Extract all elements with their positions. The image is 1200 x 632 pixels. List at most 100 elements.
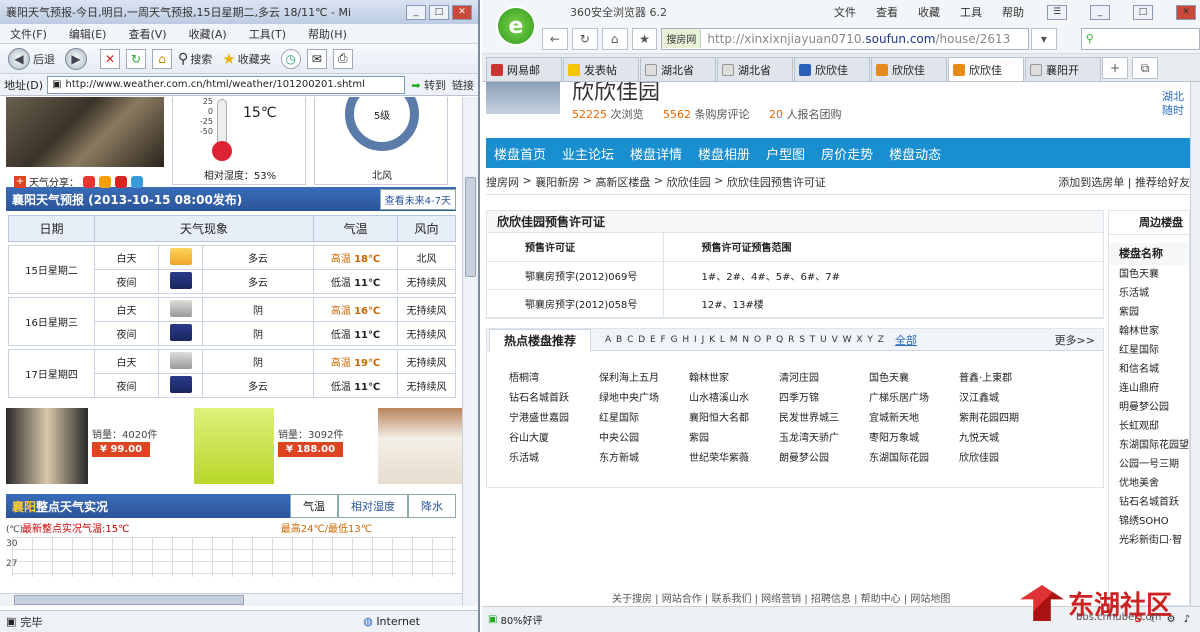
address-input[interactable]: ▣ http://www.weather.com.cn/html/weather/…: [47, 75, 406, 94]
tab-temperature[interactable]: 气温: [290, 494, 338, 518]
nav-news[interactable]: 楼盘动态: [881, 144, 949, 163]
hot-property-link[interactable]: 世纪荣华紫薇: [689, 449, 779, 464]
nearby-property-link[interactable]: 优地美舍: [1109, 474, 1189, 493]
menu-favorites[interactable]: 收藏: [918, 4, 940, 20]
hot-property-link[interactable]: 东湖国际花园: [869, 449, 959, 464]
print-icon[interactable]: ⎙: [332, 48, 353, 69]
nearby-property-link[interactable]: 明曼梦公园: [1109, 398, 1189, 417]
scroll-thumb[interactable]: [14, 595, 244, 605]
tab[interactable]: 网易邮: [486, 57, 562, 81]
nearby-property-link[interactable]: 紫园: [1109, 303, 1189, 322]
links-button[interactable]: 链接: [452, 77, 474, 93]
hot-property-link[interactable]: 四季万锦: [779, 389, 869, 404]
minimize-button[interactable]: _: [1090, 4, 1110, 20]
hot-property-link[interactable]: 山水禧溪山水: [689, 389, 779, 404]
product-price[interactable]: ¥ 99.00: [92, 442, 151, 457]
hot-property-link[interactable]: 朗曼梦公园: [779, 449, 869, 464]
hot-property-link[interactable]: 清河庄园: [779, 369, 869, 384]
nav-price-trend[interactable]: 房价走势: [813, 144, 881, 163]
hot-property-link[interactable]: 汉江鑫城: [959, 389, 1049, 404]
product-image[interactable]: [6, 408, 88, 484]
hot-property-link[interactable]: 欣欣佳园: [959, 449, 1049, 464]
tab[interactable]: 襄阳开: [1025, 57, 1101, 81]
product-image[interactable]: [378, 408, 462, 484]
tab[interactable]: 欣欣佳: [794, 57, 870, 81]
restore-tab-icon[interactable]: ⧉: [1132, 57, 1158, 79]
minimize-button[interactable]: _: [406, 4, 426, 20]
tab-active[interactable]: 欣欣佳: [948, 57, 1024, 81]
breadcrumb-actions[interactable]: 添加到选房单 | 推荐给好友: [1058, 174, 1190, 190]
tab[interactable]: 欣欣佳: [871, 57, 947, 81]
engine-badge[interactable]: 搜房网: [662, 29, 702, 48]
nearby-property-link[interactable]: 锦绣SOHO: [1109, 512, 1189, 531]
hot-property-link[interactable]: 紫园: [689, 429, 779, 444]
ie-horizontal-scrollbar[interactable]: [0, 593, 462, 606]
hot-property-link[interactable]: 乐活城: [509, 449, 599, 464]
star-icon[interactable]: ★: [631, 27, 658, 50]
nearby-property-link[interactable]: 连山鼎府: [1109, 379, 1189, 398]
refresh-icon[interactable]: ↻: [126, 48, 146, 69]
nearby-property-link[interactable]: 和信名城: [1109, 360, 1189, 379]
go-button[interactable]: ➡ 转到: [411, 77, 446, 93]
letter-filter[interactable]: A B C D E F G H I J K L M N O P Q R S T …: [605, 335, 885, 345]
back-button[interactable]: ◀ 后退: [8, 47, 55, 70]
tab-humidity[interactable]: 相对湿度: [338, 494, 408, 518]
hot-property-link[interactable]: 保利海上五月: [599, 369, 689, 384]
url-input[interactable]: 搜房网 http://xinxixnjiayuan0710. soufun.com…: [661, 27, 1029, 50]
hot-property-link[interactable]: 宜城新天地: [869, 409, 959, 424]
forecast-more-link[interactable]: 查看未来4-7天: [379, 188, 456, 210]
more-link[interactable]: 更多>>: [1055, 332, 1095, 348]
hot-property-link[interactable]: 紫荆花园四期: [959, 409, 1049, 424]
scroll-thumb[interactable]: [465, 177, 476, 277]
hot-property-link[interactable]: 谷山大厦: [509, 429, 599, 444]
hot-property-link[interactable]: 广梯乐居广场: [869, 389, 959, 404]
hot-property-link[interactable]: 翰林世家: [689, 369, 779, 384]
nav-floorplan[interactable]: 户型图: [758, 144, 813, 163]
hot-property-link[interactable]: 九悦天城: [959, 429, 1049, 444]
nav-forum[interactable]: 业主论坛: [554, 144, 622, 163]
tab-precipitation[interactable]: 降水: [408, 494, 456, 518]
tab[interactable]: 发表帖: [563, 57, 639, 81]
menu-edit[interactable]: 编辑(E): [69, 26, 107, 42]
menu-help[interactable]: 帮助(H): [308, 26, 347, 42]
menu-help[interactable]: 帮助: [1002, 4, 1024, 20]
hot-property-link[interactable]: 普鑫·上東郡: [959, 369, 1049, 384]
menu-file[interactable]: 文件: [834, 4, 856, 20]
nearby-property-link[interactable]: 红星国际: [1109, 341, 1189, 360]
mail-icon[interactable]: ✉: [306, 48, 327, 69]
nearby-property-link[interactable]: 光彩新街口·智: [1109, 531, 1189, 550]
product-price[interactable]: ¥ 188.00: [278, 442, 344, 457]
hot-property-link[interactable]: 民发世界城三: [779, 409, 869, 424]
browser-vertical-scrollbar[interactable]: [1190, 82, 1200, 606]
tencent-icon[interactable]: [131, 175, 143, 188]
nav-album[interactable]: 楼盘相册: [690, 144, 758, 163]
nearby-property-link[interactable]: 翰林世家: [1109, 322, 1189, 341]
tab[interactable]: 湖北省: [640, 57, 716, 81]
renren-icon[interactable]: [115, 175, 127, 188]
close-button[interactable]: ✕: [1176, 4, 1196, 20]
skin-button[interactable]: ☰: [1047, 4, 1067, 20]
ie-vertical-scrollbar[interactable]: [462, 97, 478, 606]
favorites-button[interactable]: ★ 收藏夹: [222, 50, 270, 68]
hot-property-link[interactable]: 中央公园: [599, 429, 689, 444]
hot-property-link[interactable]: 玉龙湾天骄广: [779, 429, 869, 444]
footer-links[interactable]: 关于搜房 | 网站合作 | 联系我们 | 网络营销 | 招聘信息 | 帮助中心 …: [612, 590, 950, 605]
nearby-property-link[interactable]: 东湖国际花园望: [1109, 436, 1189, 455]
search-input[interactable]: ⚲: [1080, 27, 1200, 50]
hot-property-link[interactable]: 梧桐湾: [509, 369, 599, 384]
history-icon[interactable]: ◷: [280, 48, 301, 69]
all-link[interactable]: 全部: [895, 332, 917, 348]
nav-home[interactable]: 楼盘首页: [486, 144, 554, 163]
stop-icon[interactable]: ✕: [100, 48, 120, 69]
maximize-button[interactable]: □: [429, 4, 449, 20]
menu-view[interactable]: 查看: [876, 4, 898, 20]
nearby-property-link[interactable]: 公园一号三期: [1109, 455, 1189, 474]
menu-favorites[interactable]: 收藏(A): [189, 26, 227, 42]
product-image[interactable]: [194, 408, 274, 484]
home-icon[interactable]: ⌂: [601, 27, 628, 50]
browser-logo-icon[interactable]: e: [496, 6, 536, 46]
home-icon[interactable]: ⌂: [152, 48, 172, 69]
new-tab-icon[interactable]: +: [1102, 57, 1128, 79]
nearby-property-link[interactable]: 长虹观邸: [1109, 417, 1189, 436]
maximize-button[interactable]: □: [1133, 4, 1153, 20]
